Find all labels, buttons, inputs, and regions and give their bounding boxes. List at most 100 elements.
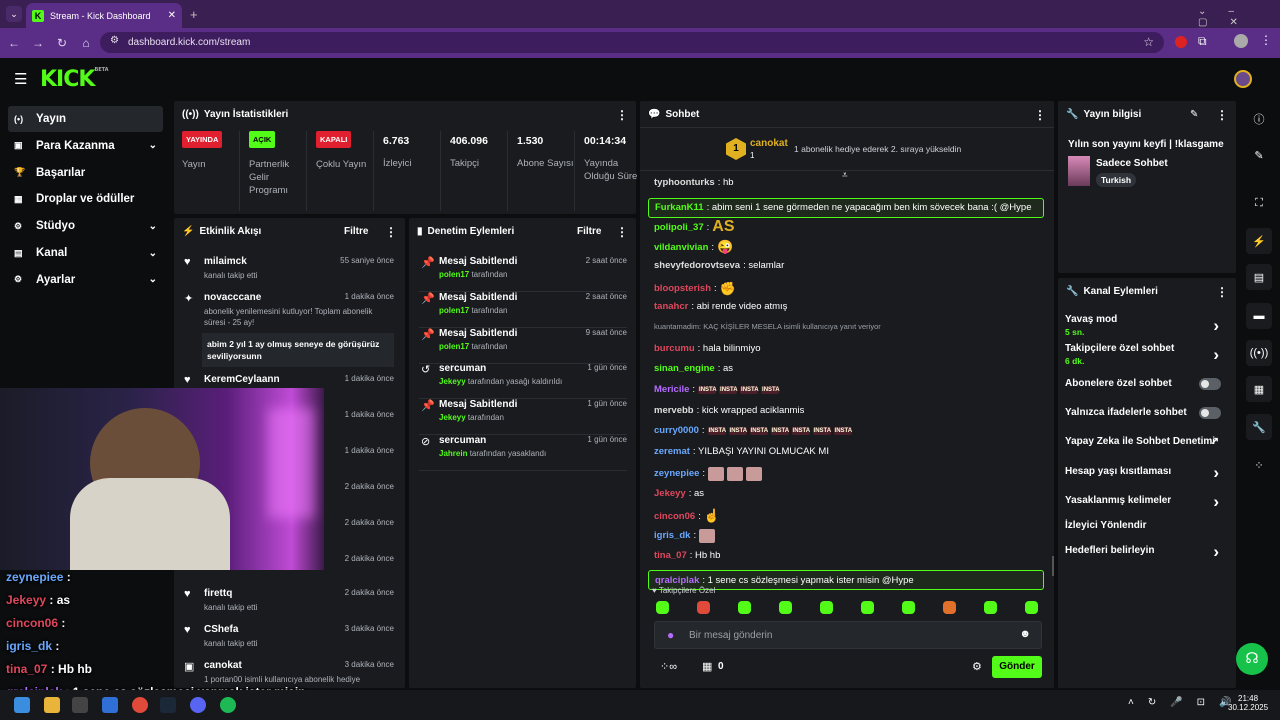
channel-action-item[interactable]: Takipçilere özel sohbet 6 dk. › (1065, 343, 1229, 366)
quick-emote[interactable] (697, 601, 710, 614)
moderation-item[interactable]: ↺ sercuman Jekeyy tarafından yasağı kaldır… (419, 363, 627, 400)
tab-list-button[interactable]: ⌄ (6, 6, 22, 22)
quick-emote[interactable] (656, 601, 669, 614)
forward-icon[interactable]: → (28, 36, 48, 50)
chat-message[interactable]: burcumu: hala bilinmiyo (654, 343, 760, 354)
chrome-icon[interactable] (132, 697, 148, 713)
chat-username[interactable]: typhoonturks (654, 177, 715, 188)
chat-message[interactable]: mervebb: kick wrapped aciklanmis (654, 405, 804, 416)
quick-emote[interactable] (779, 601, 792, 614)
outlook-icon[interactable] (102, 697, 118, 713)
microphone-icon[interactable]: ● (667, 628, 674, 642)
moderation-item[interactable]: ⊘ sercuman Jahrein tarafından yasaklandı 1 … (419, 435, 627, 471)
chat-username[interactable]: zeynepiee (654, 468, 699, 479)
chat-message[interactable]: Jekeyy: as (654, 488, 704, 499)
sidebar-item-4[interactable]: ⚙ Stüdyo ⌄ (8, 213, 163, 239)
chat-username[interactable]: Jekeyy (654, 488, 686, 499)
connections-icon[interactable]: ⁘ (1246, 452, 1272, 478)
chat-message[interactable]: FurkanK11: abim seni 1 sene görmeden ne … (648, 197, 1044, 218)
activity-item[interactable]: ♥ milaimck kanalı takip etti 55 saniye önce (184, 256, 394, 281)
channel-action-item[interactable]: Abonelere özel sohbet (1065, 378, 1229, 390)
store-icon[interactable]: ▦ (702, 660, 712, 673)
activity-menu-icon[interactable]: ⋮ (385, 225, 397, 239)
chat-message[interactable]: igris_dk: (654, 528, 716, 543)
external-link-icon[interactable]: ↗ (1211, 436, 1219, 447)
chat-username[interactable]: bloopsterish (654, 283, 711, 294)
chat-username[interactable]: FurkanK11 (655, 202, 704, 213)
moderation-menu-icon[interactable]: ⋮ (616, 225, 628, 239)
site-info-icon[interactable]: ⚙ (110, 35, 119, 46)
chat-message[interactable]: zeremat: YILBAŞI YAYINI OLMUCAK MI (654, 446, 829, 457)
chat-username[interactable]: qralciplak (655, 575, 699, 586)
window-controls[interactable]: ⌄–▢✕ (1198, 6, 1280, 28)
activity-filter-button[interactable]: Filtre (344, 226, 368, 237)
stream-tag[interactable]: Turkish (1096, 173, 1137, 187)
chat-message[interactable]: bloopsterish: ✊ (654, 281, 736, 297)
chevron-right-icon[interactable]: › (1213, 345, 1219, 365)
chat-username[interactable]: sinan_engine (654, 363, 715, 374)
channel-action-item[interactable]: Yavaş mod 5 sn. › (1065, 314, 1229, 337)
chat-username[interactable]: cincon06 (654, 511, 695, 522)
chat-username[interactable]: mervebb (654, 405, 694, 416)
sidebar-item-2[interactable]: 🏆 Başarılar (8, 160, 163, 186)
moderator-name[interactable]: Jekeyy (439, 413, 466, 422)
chat-message[interactable]: vildanvivian: 😜 (654, 239, 733, 255)
activity-item[interactable]: ♥ CShefa kanalı takip etti 3 dakika önce (184, 624, 394, 649)
category-thumbnail[interactable] (1068, 156, 1090, 186)
chat-menu-icon[interactable]: ⋮ (1034, 108, 1046, 122)
browser-tab[interactable]: K Stream - Kick Dashboard ✕ (26, 3, 182, 28)
emoji-icon[interactable]: ☻ (1019, 628, 1031, 640)
toggle-switch[interactable] (1199, 407, 1221, 419)
activity-item[interactable]: ♥ firettq kanalı takip etti 2 dakika önce (184, 588, 394, 613)
file-explorer-icon[interactable] (44, 697, 60, 713)
quick-emote[interactable] (820, 601, 833, 614)
moderation-item[interactable]: 📌 Mesaj Sabitlendi polen17 tarafından 9 saa… (419, 328, 627, 364)
apps-icon[interactable] (72, 697, 88, 713)
edit-icon[interactable]: ✎ (1190, 109, 1198, 120)
chat-message[interactable]: typhoonturks: hb (654, 177, 734, 188)
quick-action-bolt-icon[interactable]: ⚡ (1246, 228, 1272, 254)
chat-username[interactable]: burcumu (654, 343, 695, 354)
chat-username[interactable]: Mericile (654, 384, 689, 395)
chat-message[interactable]: curry0000: INSTA INSTA INSTA INSTA INSTA INSTA… (654, 425, 852, 436)
stream-info-menu-icon[interactable]: ⋮ (1216, 108, 1228, 122)
spotify-icon[interactable] (220, 697, 236, 713)
activity-item[interactable]: ✦ novacccane abonelik yenilemesini kutluyo… (184, 292, 394, 367)
pencil-icon[interactable]: ✎ (1246, 142, 1272, 168)
chevron-down-icon[interactable]: ⌄ (149, 221, 157, 232)
layout-icon[interactable]: ▦ (1246, 376, 1272, 402)
clock[interactable]: 21:48 30.12.2025 (1228, 694, 1268, 712)
chat-username[interactable]: vildanvivian (654, 242, 708, 253)
chat-popout-icon[interactable]: ▬ (1246, 303, 1272, 329)
sidebar-item-1[interactable]: ▣ Para Kazanma ⌄ (8, 133, 163, 159)
sidebar-item-0[interactable]: (•) Yayın (8, 106, 163, 132)
sidebar-item-5[interactable]: ▤ Kanal ⌄ (8, 240, 163, 266)
support-headset-icon[interactable]: ☊ (1236, 643, 1268, 675)
chat-settings-icon[interactable]: ⚙ (972, 660, 982, 673)
reload-icon[interactable]: ↻ (52, 36, 72, 50)
hamburger-menu-icon[interactable]: ☰ (14, 70, 27, 88)
new-tab-button[interactable]: + (190, 7, 198, 22)
moderation-item[interactable]: 📌 Mesaj Sabitlendi polen17 tarafından 2 saa… (419, 256, 627, 292)
category-name[interactable]: Sadece Sohbet (1096, 158, 1168, 169)
channel-actions-menu-icon[interactable]: ⋮ (1216, 285, 1228, 299)
quick-emote[interactable] (738, 601, 751, 614)
kick-logo[interactable]: KICKBETA (40, 67, 109, 92)
back-icon[interactable]: ← (4, 36, 24, 50)
profile-avatar[interactable] (1234, 34, 1248, 48)
moderator-name[interactable]: polen17 (439, 342, 469, 351)
chat-message[interactable]: sinan_engine: as (654, 363, 733, 374)
channel-action-item[interactable]: İzleyici Yönlendir (1065, 520, 1229, 531)
quick-emote[interactable] (943, 601, 956, 614)
discord-icon[interactable] (190, 697, 206, 713)
chat-reply-indicator[interactable]: kuantamadim: KAÇ KİŞİLER MESELA isimli k… (654, 322, 881, 331)
chat-username[interactable]: tina_07 (654, 550, 687, 561)
moderator-name[interactable]: Jahrein (439, 449, 467, 458)
moderation-filter-button[interactable]: Filtre (577, 226, 601, 237)
extensions-puzzle-icon[interactable]: ⧉ (1198, 34, 1207, 49)
chevron-right-icon[interactable]: › (1213, 316, 1219, 336)
quick-emote[interactable] (861, 601, 874, 614)
chevron-right-icon[interactable]: › (1213, 463, 1219, 483)
start-icon[interactable] (14, 697, 30, 713)
home-icon[interactable]: ⌂ (76, 36, 96, 50)
